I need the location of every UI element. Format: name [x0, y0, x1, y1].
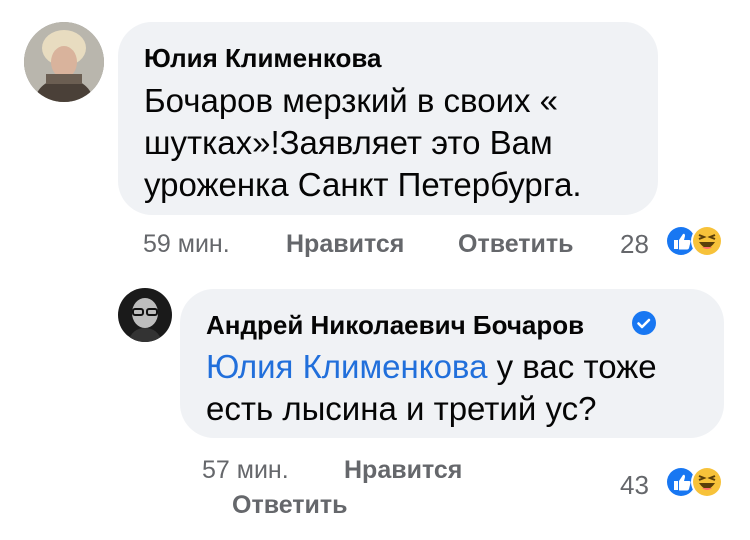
comment-like-button[interactable]: Нравится — [286, 229, 404, 259]
mention-link[interactable]: Юлия Клименкова — [206, 348, 487, 385]
verified-badge-icon — [631, 310, 657, 336]
comment-text: Бочаров мерзкий в своих « шутках»!Заявля… — [144, 82, 582, 203]
reply-reaction-count[interactable]: 43 — [620, 470, 649, 500]
comment-time[interactable]: 59 мин. — [143, 229, 230, 259]
avatar-photo — [118, 288, 172, 342]
comment-reaction-count[interactable]: 28 — [620, 229, 649, 259]
avatar-photo — [24, 22, 104, 102]
haha-icon — [690, 224, 724, 258]
haha-icon — [690, 465, 724, 499]
comment-author[interactable]: Юлия Клименкова — [144, 43, 381, 73]
reply-like-button[interactable]: Нравится — [344, 455, 462, 485]
reply-reply-button[interactable]: Ответить — [232, 490, 348, 520]
reply-time[interactable]: 57 мин. — [202, 455, 289, 485]
comment-reply-button[interactable]: Ответить — [458, 229, 574, 259]
reply-author[interactable]: Андрей Николаевич Бочаров — [206, 310, 584, 340]
reply-text: Юлия Клименкова у вас тоже есть лысина и… — [206, 346, 706, 430]
avatar-andrey[interactable] — [118, 288, 172, 342]
avatar-yulia[interactable] — [24, 22, 104, 102]
